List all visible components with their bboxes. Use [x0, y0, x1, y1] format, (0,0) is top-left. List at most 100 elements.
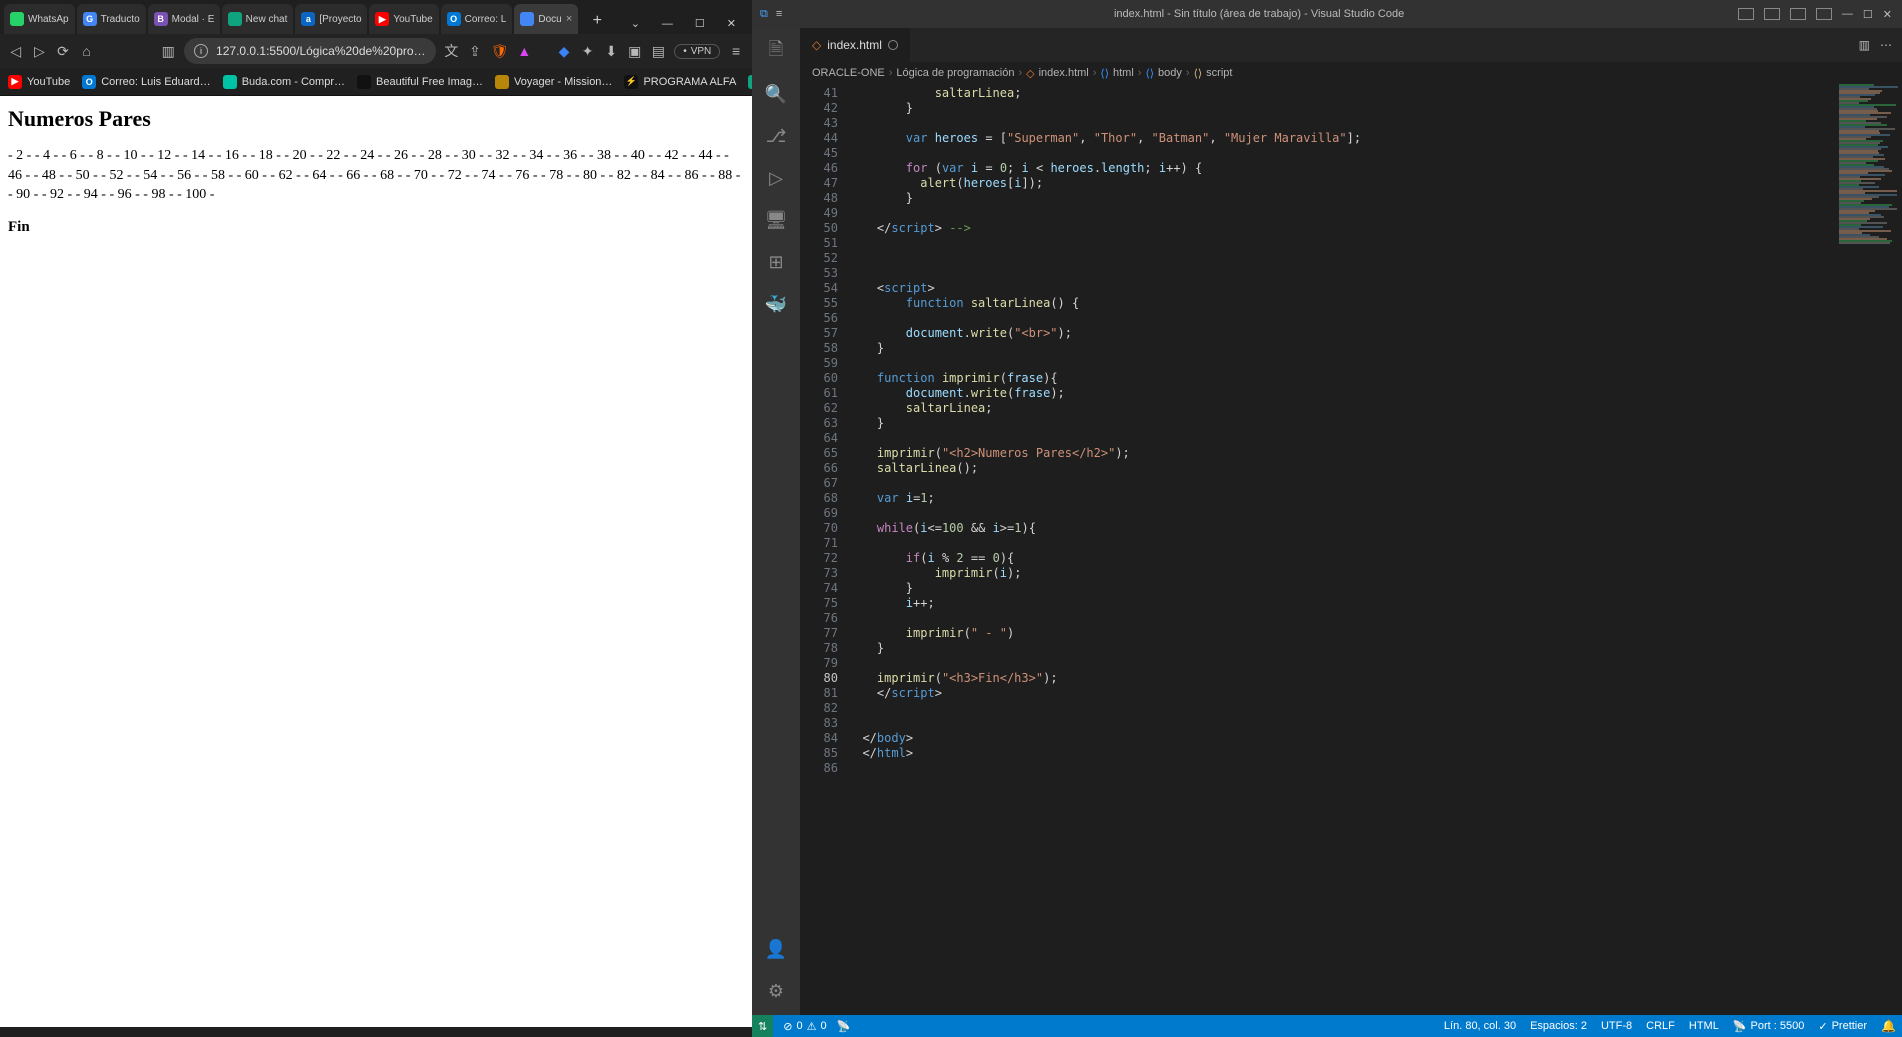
browser-tab[interactable]: O Correo: L [441, 4, 513, 34]
editor-tab[interactable]: ◇ index.html [800, 28, 911, 62]
page-fin: Fin [8, 219, 744, 236]
browser-tab[interactable]: New chat [222, 4, 294, 34]
code-content[interactable]: saltarLinea; } var heroes = ["Superman",… [848, 84, 1902, 1015]
tab-label: [Proyecto [319, 14, 361, 25]
share-icon[interactable]: ⇪ [467, 40, 483, 62]
bookmarks-bar: ▶ YouTube O Correo: Luis Eduard… Buda.co… [0, 68, 752, 96]
editor[interactable]: 4142434445464748495051525354555657585960… [800, 84, 1902, 1015]
close-icon[interactable]: ✕ [1883, 8, 1892, 21]
back-icon[interactable]: ◁ [8, 40, 24, 62]
browser-tabstrip: WhatsAp G Traducto B Modal · E New chat … [0, 0, 752, 34]
more-icon[interactable]: ⋯ [1880, 38, 1892, 52]
brave-rewards-icon[interactable]: ▲ [517, 40, 533, 62]
extensions-icon[interactable]: ✦ [580, 40, 596, 62]
bookmark[interactable]: ⚡ PROGRAMA ALFA [624, 75, 736, 89]
alura-icon: a [301, 12, 315, 26]
bookmark[interactable]: Buda.com - Compr… [223, 75, 345, 89]
brave-shield-icon[interactable]: 🛡 [491, 42, 509, 60]
split-editor-icon[interactable]: ▥ [1859, 38, 1870, 52]
radio-tower-icon[interactable]: 📡 [837, 1020, 851, 1033]
browser-window: WhatsAp G Traducto B Modal · E New chat … [0, 0, 752, 1037]
close-tab-icon[interactable]: × [566, 13, 572, 25]
outlook-icon: O [82, 75, 96, 89]
vscode-window: ⧉ ≡ index.html - Sin título (área de tra… [752, 0, 1902, 1037]
page-title: Numeros Pares [8, 106, 744, 132]
translate-page-icon[interactable]: 文 [444, 40, 460, 62]
sidebar-icon[interactable]: ▥ [160, 40, 176, 62]
layout-icon[interactable] [1790, 8, 1806, 20]
vscode-title: index.html - Sin título (área de trabajo… [790, 8, 1728, 20]
browser-tab[interactable]: B Modal · E [148, 4, 220, 34]
cursor-position[interactable]: Lín. 80, col. 30 [1444, 1020, 1516, 1032]
bookmark[interactable]: ▶ YouTube [8, 75, 70, 89]
breadcrumb[interactable]: ORACLE-ONE› Lógica de programación› ◇ in… [800, 62, 1902, 84]
maximize-icon[interactable]: ☐ [695, 17, 705, 30]
explorer-icon[interactable]: 🗎 [764, 40, 788, 64]
bookmark[interactable]: Beautiful Free Imag… [357, 75, 483, 89]
run-debug-icon[interactable]: ▷ [764, 166, 788, 190]
tab-label: YouTube [393, 14, 432, 25]
new-tab-button[interactable]: + [584, 8, 610, 34]
minimap[interactable] [1832, 84, 1902, 1015]
minimize-icon[interactable]: — [662, 18, 673, 30]
docker-icon[interactable]: 🐳 [764, 292, 788, 316]
address-bar[interactable]: i 127.0.0.1:5500/Lógica%20de%20pro… [184, 38, 436, 64]
browser-tab-active[interactable]: Docu × [514, 4, 578, 34]
downloads-icon[interactable]: ⬇ [603, 40, 619, 62]
tab-label: Modal · E [172, 14, 215, 25]
accounts-icon[interactable]: 👤 [764, 937, 788, 961]
remote-explorer-icon[interactable]: 🖥 [764, 208, 788, 232]
close-icon[interactable]: ✕ [727, 17, 736, 30]
eol-status[interactable]: CRLF [1646, 1020, 1675, 1032]
layout-icon[interactable] [1738, 8, 1754, 20]
browser-tab[interactable]: G Traducto [77, 4, 146, 34]
tab-label: New chat [246, 14, 288, 25]
browser-tab[interactable]: WhatsAp [4, 4, 75, 34]
outlook-icon: O [447, 12, 461, 26]
settings-gear-icon[interactable]: ⚙ [764, 979, 788, 1003]
source-control-icon[interactable]: ⎇ [764, 124, 788, 148]
wallet-icon[interactable]: ▣ [627, 40, 643, 62]
menu-icon[interactable]: ≡ [728, 40, 744, 62]
browser-tab[interactable]: a [Proyecto [295, 4, 367, 34]
whatsapp-icon [10, 12, 24, 26]
browser-tab[interactable]: ▶ YouTube [369, 4, 438, 34]
page-numbers: - 2 - - 4 - - 6 - - 8 - - 10 - - 12 - - … [8, 146, 744, 205]
extensions-icon[interactable]: ⊞ [764, 250, 788, 274]
tag-icon: ⟨⟩ [1194, 67, 1203, 80]
encoding-status[interactable]: UTF-8 [1601, 1020, 1632, 1032]
home-icon[interactable]: ⌂ [79, 40, 95, 62]
bookmark[interactable]: Voyager - Mission… [495, 75, 612, 89]
prettier-status[interactable]: ✓ Prettier [1818, 1020, 1867, 1033]
chatgpt-icon [228, 12, 242, 26]
reader-icon[interactable]: ▤ [651, 40, 667, 62]
chevron-down-icon[interactable]: ⌄ [631, 17, 640, 30]
layout-icon[interactable] [1764, 8, 1780, 20]
vscode-titlebar: ⧉ ≡ index.html - Sin título (área de tra… [752, 0, 1902, 28]
window-controls: ⌄ — ☐ ✕ [619, 17, 752, 34]
browser-page: Numeros Pares - 2 - - 4 - - 6 - - 8 - - … [0, 96, 752, 1027]
activity-bar: 🗎 🔍 ⎇ ▷ 🖥 ⊞ 🐳 👤 ⚙ [752, 28, 800, 1015]
vpn-chip[interactable]: • VPN [674, 44, 720, 59]
maximize-icon[interactable]: ☐ [1863, 8, 1873, 21]
remote-indicator[interactable]: ⇅ [752, 1015, 773, 1037]
language-status[interactable]: HTML [1689, 1020, 1719, 1032]
menu-icon[interactable]: ≡ [776, 8, 782, 21]
minimize-icon[interactable]: — [1842, 8, 1853, 21]
bookmark[interactable]: O Correo: Luis Eduard… [82, 75, 210, 89]
notifications-icon[interactable]: 🔔 [1881, 1019, 1896, 1033]
extension-icon[interactable]: ◆ [556, 40, 572, 62]
layout-icon[interactable] [1816, 8, 1832, 20]
problems-indicator[interactable]: ⊘ 0 ⚠ 0 [783, 1020, 826, 1033]
youtube-icon: ▶ [375, 12, 389, 26]
site-info-icon[interactable]: i [194, 44, 208, 58]
indent-status[interactable]: Espacios: 2 [1530, 1020, 1587, 1032]
forward-icon[interactable]: ▷ [32, 40, 48, 62]
search-icon[interactable]: 🔍 [764, 82, 788, 106]
browser-footer [0, 1027, 752, 1037]
reload-icon[interactable]: ⟳ [55, 40, 71, 62]
url-text: 127.0.0.1:5500/Lógica%20de%20pro… [216, 44, 426, 58]
live-server-status[interactable]: 📡 Port : 5500 [1733, 1020, 1805, 1033]
html-file-icon: ◇ [812, 38, 821, 52]
document-icon [520, 12, 534, 26]
